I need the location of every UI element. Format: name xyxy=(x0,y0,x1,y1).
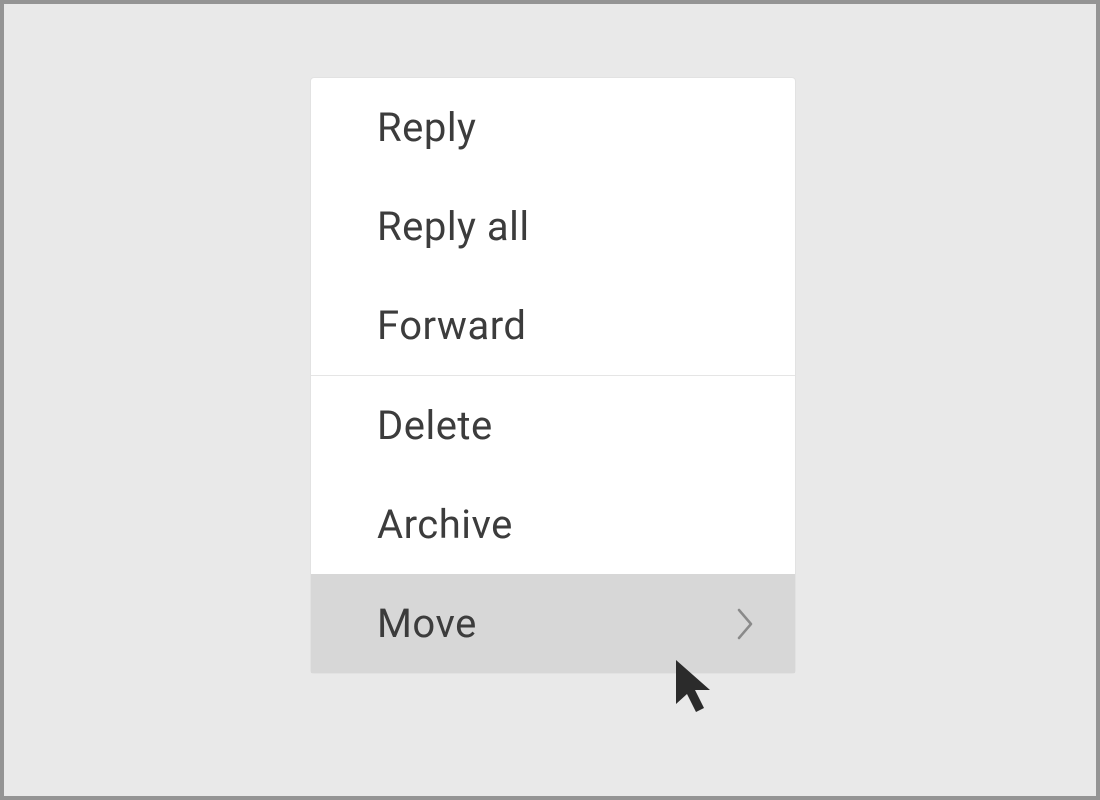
menu-item-reply[interactable]: Reply xyxy=(311,78,795,177)
menu-item-forward[interactable]: Forward xyxy=(311,276,795,375)
chevron-right-icon xyxy=(731,604,759,644)
menu-item-label: Move xyxy=(377,600,477,647)
menu-item-label: Reply all xyxy=(377,203,530,250)
menu-item-label: Archive xyxy=(377,501,513,548)
menu-item-move[interactable]: Move xyxy=(311,574,795,673)
menu-item-archive[interactable]: Archive xyxy=(311,475,795,574)
menu-item-label: Forward xyxy=(377,302,526,349)
menu-item-delete[interactable]: Delete xyxy=(311,376,795,475)
menu-item-reply-all[interactable]: Reply all xyxy=(311,177,795,276)
context-menu: Reply Reply all Forward Delete Archive M… xyxy=(310,77,796,674)
canvas: Reply Reply all Forward Delete Archive M… xyxy=(4,4,1096,796)
menu-item-label: Reply xyxy=(377,104,476,151)
menu-item-label: Delete xyxy=(377,402,493,449)
